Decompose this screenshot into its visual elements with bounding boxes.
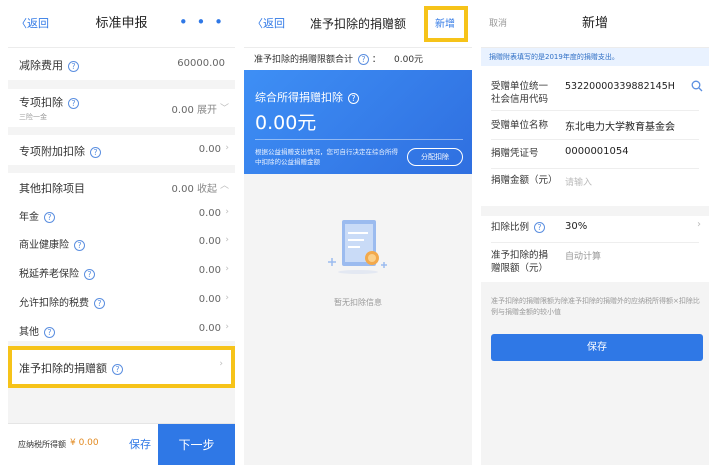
- help-icon[interactable]: ?: [44, 326, 55, 338]
- limit-total-value: 0.00元: [394, 55, 424, 65]
- nav-bar: 取消 新增: [481, 0, 709, 48]
- special-deduction-sub: 三险一金: [19, 113, 47, 121]
- misc-label: 其他: [19, 327, 39, 338]
- ratio-label: 扣除比例: [491, 222, 530, 233]
- help-icon[interactable]: ?: [348, 92, 359, 104]
- save-button[interactable]: 保存: [491, 334, 703, 361]
- page-title: 新增: [581, 16, 608, 31]
- credit-code-label: 受赠单位统一社会信用代码: [491, 81, 549, 105]
- collapse-toggle[interactable]: 收起: [197, 184, 217, 195]
- limit-total-row: 准予扣除的捐赠限额合计? ： 0.00元: [244, 48, 472, 70]
- health-insurance-label: 商业健康险: [19, 240, 69, 251]
- ratio-value[interactable]: 30%: [565, 221, 587, 232]
- special-deduction-row[interactable]: 专项扣除? 三险一金 0.00 展开 ﹀: [8, 89, 235, 127]
- card-title: 综合所得捐赠扣除: [255, 91, 343, 104]
- org-name-label: 受赠单位名称: [491, 120, 549, 131]
- pension-insurance-value[interactable]: 0.00: [199, 265, 221, 276]
- chevron-right-icon: ›: [697, 219, 701, 230]
- help-icon[interactable]: ?: [534, 222, 546, 233]
- card-divider: [255, 139, 463, 140]
- empty-state-text: 暂无扣除信息: [334, 298, 382, 307]
- limit-total-label: 准予扣除的捐赠限额合计: [254, 55, 354, 65]
- amount-input[interactable]: 请输入: [565, 175, 592, 188]
- divider: [491, 168, 699, 169]
- taxable-income-label: 应纳税所得额: [18, 440, 66, 449]
- chevron-right-icon: ›: [225, 264, 229, 274]
- special-deduction-value: 0.00: [171, 105, 194, 116]
- add-donation-screen: 取消 新增 捐赠附表填写的是2019年度的捐赠支出。 受赠单位统一社会信用代码 …: [481, 0, 709, 465]
- card-description: 根据公益捐赠支出情况，您可自行决定在综合所得中扣除的公益捐赠金额: [255, 148, 398, 166]
- divider: [491, 242, 699, 243]
- standard-declaration-screen: 〈返回 标准申报 • • • 减除费用? 60000.00 专项扣除? 三险一金…: [8, 0, 235, 465]
- deduct-cost-label: 减除费用: [19, 59, 63, 72]
- more-icon[interactable]: • • •: [179, 0, 225, 48]
- additional-deduction-row[interactable]: 专项附加扣除? 0.00 ›: [8, 135, 235, 165]
- allowed-tax-value[interactable]: 0.00: [199, 294, 221, 305]
- special-deduction-label: 专项扣除: [19, 96, 63, 109]
- card-amount: 0.00元: [255, 112, 317, 134]
- voucher-label: 捐赠凭证号: [491, 148, 539, 159]
- other-deductions-label: 其他扣除项目: [19, 182, 85, 195]
- expand-toggle[interactable]: 展开: [197, 105, 217, 116]
- annuity-label: 年金: [19, 212, 39, 223]
- help-icon[interactable]: ?: [84, 268, 95, 280]
- bottom-bar: 应纳税所得额 ¥ 0.00 保存 下一步: [8, 423, 235, 465]
- voucher-value[interactable]: 0000001054: [565, 146, 629, 157]
- chevron-right-icon: ›: [225, 143, 229, 153]
- credit-code-value[interactable]: 53220000339882145H: [565, 81, 675, 92]
- highlight-frame: [424, 6, 468, 42]
- deduction-limit-value: 自动计算: [565, 252, 602, 262]
- allowed-tax-label: 允许扣除的税费: [19, 298, 89, 309]
- deduct-cost-row: 减除费用? 60000.00: [8, 48, 235, 80]
- deduction-limit-label: 准予扣除的捐赠限额（元）: [491, 250, 549, 274]
- help-icon[interactable]: ?: [74, 239, 85, 251]
- next-step-button[interactable]: 下一步: [158, 424, 235, 465]
- notice-text: 捐赠附表填写的是2019年度的捐赠支出。: [489, 53, 619, 61]
- allocate-deduction-button[interactable]: 分配扣除: [407, 148, 463, 166]
- help-icon[interactable]: ?: [358, 54, 370, 65]
- chevron-right-icon: ›: [225, 207, 229, 217]
- health-insurance-value[interactable]: 0.00: [199, 236, 221, 247]
- screenshot-stage: 〈返回 标准申报 • • • 减除费用? 60000.00 专项扣除? 三险一金…: [0, 0, 709, 465]
- empty-document-icon: [328, 220, 387, 274]
- help-icon[interactable]: ?: [68, 97, 79, 109]
- chevron-right-icon: ›: [225, 235, 229, 245]
- chevron-down-icon: ﹀: [219, 104, 229, 114]
- help-icon[interactable]: ?: [68, 60, 79, 72]
- help-icon[interactable]: ?: [94, 297, 105, 309]
- help-icon[interactable]: ?: [44, 211, 55, 223]
- calculation-note: 准予扣除的捐赠限额为除准予扣除的捐赠外的应纳税所得额×扣除比例与捐赠金额的较小值: [491, 297, 700, 316]
- taxable-income-value: ¥ 0.00: [70, 438, 99, 448]
- annuity-value[interactable]: 0.00: [199, 208, 221, 219]
- deduct-cost-value: 60000.00: [177, 58, 225, 69]
- highlight-frame: [8, 346, 235, 388]
- section-gap: [481, 206, 709, 216]
- chevron-up-icon: ︿: [219, 181, 229, 191]
- chevron-right-icon: ›: [225, 293, 229, 303]
- donation-deduction-screen: 〈返回 准予扣除的捐赠额 新增 准予扣除的捐赠限额合计? ： 0.00元 综合所…: [244, 0, 472, 465]
- additional-deduction-value: 0.00: [198, 144, 221, 155]
- divider: [491, 139, 699, 140]
- chevron-right-icon: ›: [225, 322, 229, 332]
- nav-bar: 〈返回 标准申报 • • •: [8, 0, 235, 48]
- divider: [491, 110, 699, 111]
- misc-value[interactable]: 0.00: [199, 323, 221, 334]
- comprehensive-income-card: 综合所得捐赠扣除? 0.00元 根据公益捐赠支出情况，您可自行决定在综合所得中扣…: [244, 70, 472, 174]
- notice-banner: 捐赠附表填写的是2019年度的捐赠支出。: [481, 48, 709, 66]
- save-button[interactable]: 保存: [116, 424, 164, 465]
- additional-deduction-label: 专项附加扣除: [19, 145, 85, 158]
- org-name-value[interactable]: 东北电力大学教育基金会: [565, 118, 675, 133]
- other-deductions-group: 其他扣除项目 0.00 收起 ︿ 年金? 0.00 › 商业健康险? 0.00 …: [8, 173, 235, 341]
- search-icon[interactable]: [691, 80, 703, 92]
- other-deductions-value: 0.00: [171, 184, 194, 195]
- help-icon[interactable]: ?: [90, 146, 101, 158]
- pension-insurance-label: 税延养老保险: [19, 269, 79, 280]
- amount-label: 捐赠金额（元）: [491, 175, 558, 186]
